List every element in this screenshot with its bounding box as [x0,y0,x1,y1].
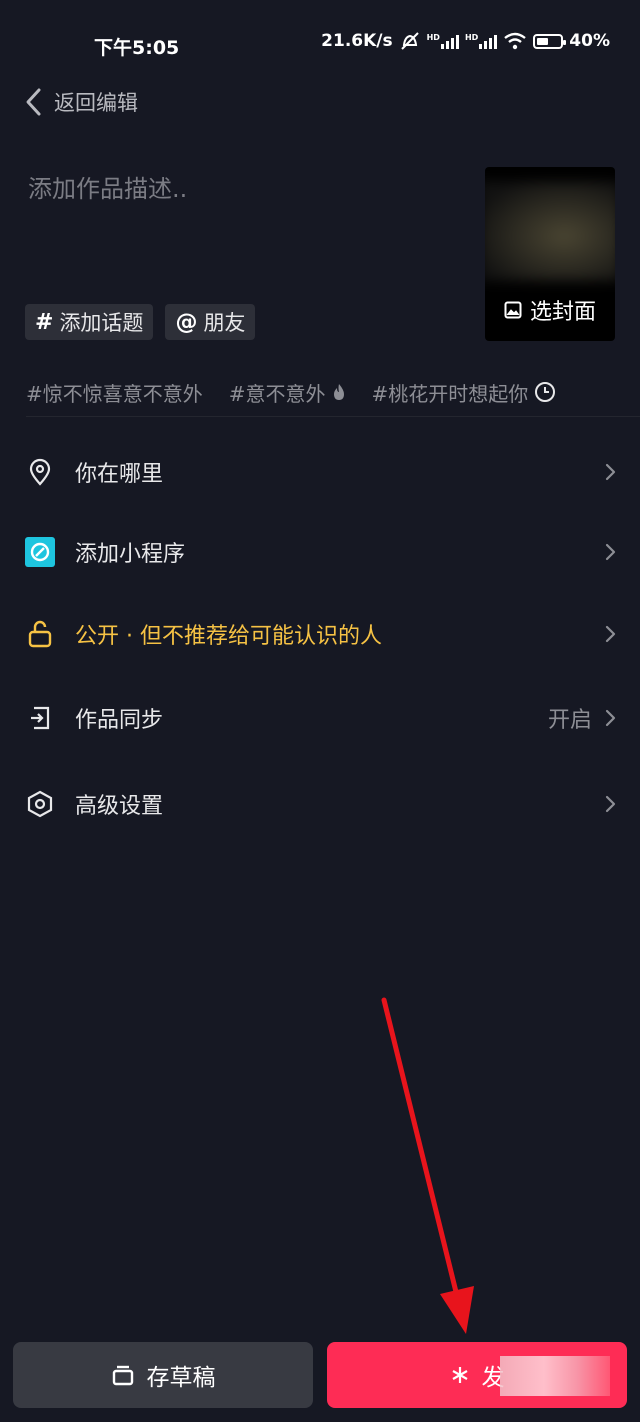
mini-program-label: 添加小程序 [75,542,186,567]
chip-row: # 添加话题 @ 朋友 [25,304,256,340]
location-pin-icon [24,456,56,488]
signal-icon [479,33,498,49]
trend-topic[interactable]: #意不意外 [229,378,346,407]
chevron-right-icon [605,795,616,813]
image-icon [504,301,522,319]
mini-program-icon [24,536,56,568]
back-label: 返回编辑 [54,91,138,115]
location-label: 你在哪里 [75,462,164,487]
battery-icon [533,33,567,49]
description-input[interactable] [26,168,450,210]
status-bar: 下午5:05 21.6K/s HD HD 40% [0,0,640,88]
clock-icon [535,382,556,402]
hd-label: HD [426,33,440,42]
status-time: 下午5:05 [94,37,180,59]
chevron-right-icon [605,543,616,561]
wifi-icon [504,32,527,50]
sync-exit-icon [24,702,56,734]
divider [26,416,640,417]
cover-picker[interactable]: 选封面 [485,167,615,341]
chevron-left-icon [26,88,41,116]
chevron-right-icon [605,463,616,481]
status-icons: 21.6K/s HD HD 40% [321,31,610,51]
unlock-icon [24,618,56,650]
hexagon-settings-icon [24,788,56,820]
save-draft-label: 存草稿 [146,1365,216,1391]
select-cover-button[interactable]: 选封面 [485,279,615,341]
back-button[interactable]: 返回编辑 [24,84,138,120]
mosaic-overlay [500,1356,610,1396]
mention-friend-chip[interactable]: @ 朋友 [165,304,256,340]
network-speed: 21.6K/s [321,31,393,51]
fire-icon [333,384,344,400]
add-topic-chip[interactable]: # 添加话题 [25,304,154,340]
signal-icon [440,33,459,49]
sparkle-icon [451,1367,468,1383]
cover-thumbnail [485,181,615,281]
sync-status: 开启 [547,708,592,733]
mute-bell-icon [400,32,419,50]
chevron-right-icon [605,625,616,643]
chevron-right-icon [605,709,616,727]
select-cover-label: 选封面 [529,300,596,325]
hd-label: HD [464,33,479,42]
at-icon: @ [175,309,198,335]
sync-row[interactable]: 作品同步 开启 [24,688,616,748]
hashtag-icon: # [35,309,54,335]
mini-program-row[interactable]: 添加小程序 [24,522,616,582]
trend-topic[interactable]: #桃花开时想起你 [372,378,557,407]
trend-topic[interactable]: #惊不惊喜意不意外 [26,378,203,407]
mention-friend-label: 朋友 [203,311,246,335]
save-draft-button[interactable]: 存草稿 [13,1342,313,1408]
location-row[interactable]: 你在哪里 [24,442,616,502]
battery-level: 40% [569,31,610,51]
trending-topics: #惊不惊喜意不意外 #意不意外 #桃花开时想起你 [26,374,640,410]
privacy-row[interactable]: 公开 · 但不推荐给可能认识的人 [24,604,616,664]
sync-label: 作品同步 [75,708,164,733]
privacy-label: 公开 · 但不推荐给可能认识的人 [75,624,382,649]
add-topic-label: 添加话题 [59,311,144,335]
advanced-settings-label: 高级设置 [75,794,164,819]
advanced-settings-row[interactable]: 高级设置 [24,774,616,834]
draft-box-icon [112,1365,133,1386]
